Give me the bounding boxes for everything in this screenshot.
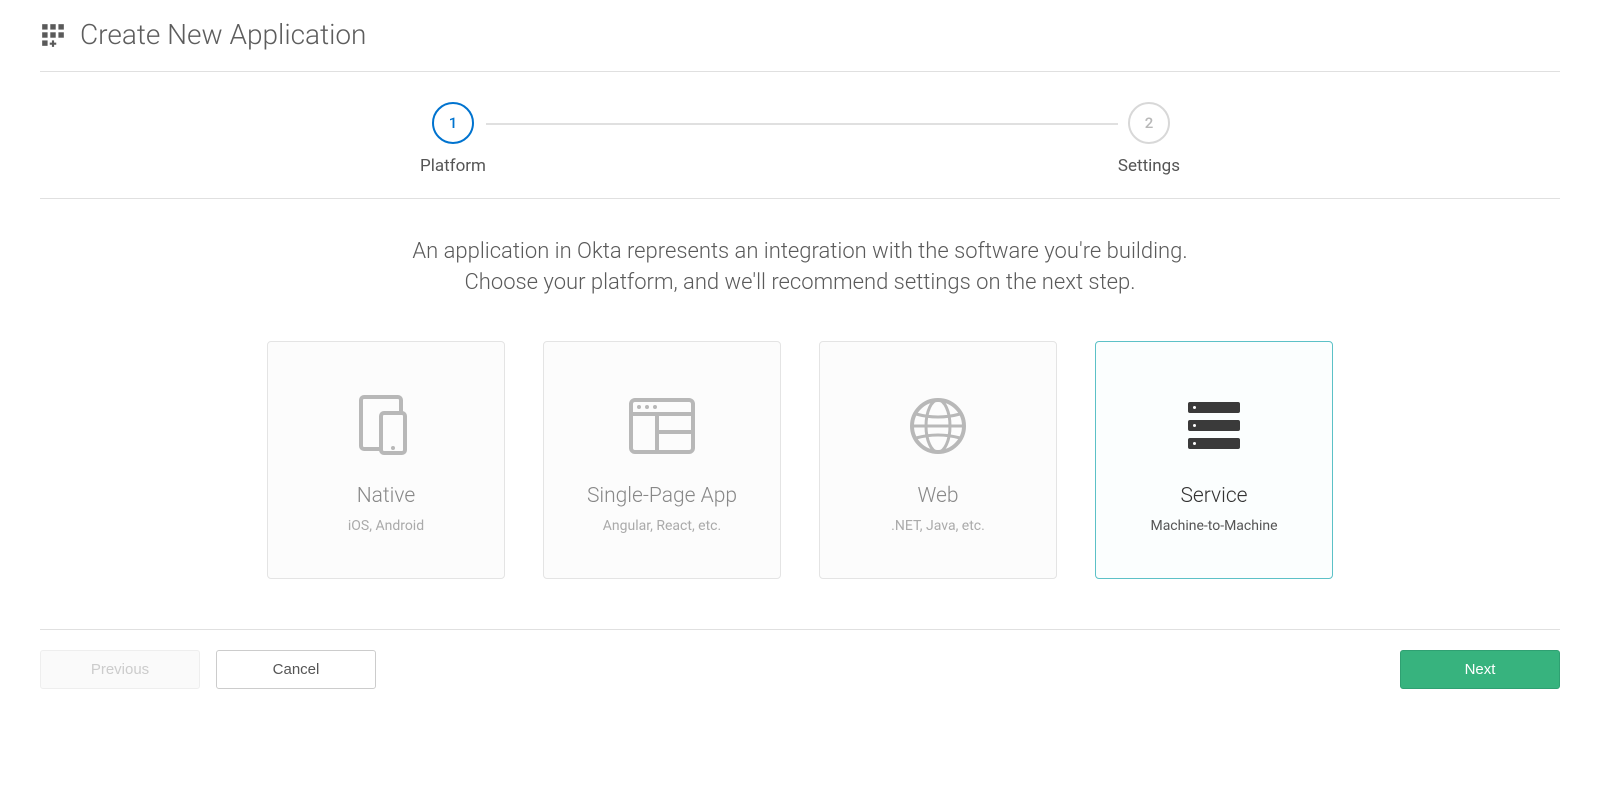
card-service[interactable]: Service Machine-to-Machine — [1095, 341, 1333, 579]
card-subtitle: .NET, Java, etc. — [891, 518, 985, 534]
stepper: 1 Platform 2 Settings — [0, 72, 1600, 198]
card-web[interactable]: Web .NET, Java, etc. — [819, 341, 1057, 579]
stepper-line — [462, 123, 1138, 125]
description-line-1: An application in Okta represents an int… — [40, 237, 1560, 268]
platform-card-row: Native iOS, Android Single-Page App Angu… — [0, 341, 1600, 629]
step-platform[interactable]: 1 Platform — [420, 102, 486, 176]
card-native[interactable]: Native iOS, Android — [267, 341, 505, 579]
device-icon — [351, 386, 421, 466]
browser-icon — [629, 386, 695, 466]
footer: Previous Cancel Next — [0, 630, 1600, 709]
card-title: Web — [917, 484, 958, 508]
page-header: Create New Application — [0, 0, 1600, 71]
description-text: An application in Okta represents an int… — [0, 199, 1600, 341]
description-line-2: Choose your platform, and we'll recommen… — [40, 268, 1560, 299]
card-spa[interactable]: Single-Page App Angular, React, etc. — [543, 341, 781, 579]
step-circle-1: 1 — [432, 102, 474, 144]
card-title: Single-Page App — [587, 484, 737, 508]
step-circle-2: 2 — [1128, 102, 1170, 144]
card-subtitle: Machine-to-Machine — [1150, 518, 1277, 534]
apps-grid-icon — [40, 22, 66, 48]
globe-icon — [908, 386, 968, 466]
next-button[interactable]: Next — [1400, 650, 1560, 689]
step-settings[interactable]: 2 Settings — [1118, 102, 1180, 176]
card-title: Native — [357, 484, 415, 508]
page-title: Create New Application — [80, 18, 366, 51]
step-label-1: Platform — [420, 156, 486, 176]
footer-left-buttons: Previous Cancel — [40, 650, 376, 689]
previous-button[interactable]: Previous — [40, 650, 200, 689]
card-subtitle: Angular, React, etc. — [603, 518, 721, 534]
card-title: Service — [1180, 484, 1247, 508]
cancel-button[interactable]: Cancel — [216, 650, 376, 689]
card-subtitle: iOS, Android — [348, 518, 424, 534]
step-label-2: Settings — [1118, 156, 1180, 176]
server-icon — [1188, 386, 1240, 466]
